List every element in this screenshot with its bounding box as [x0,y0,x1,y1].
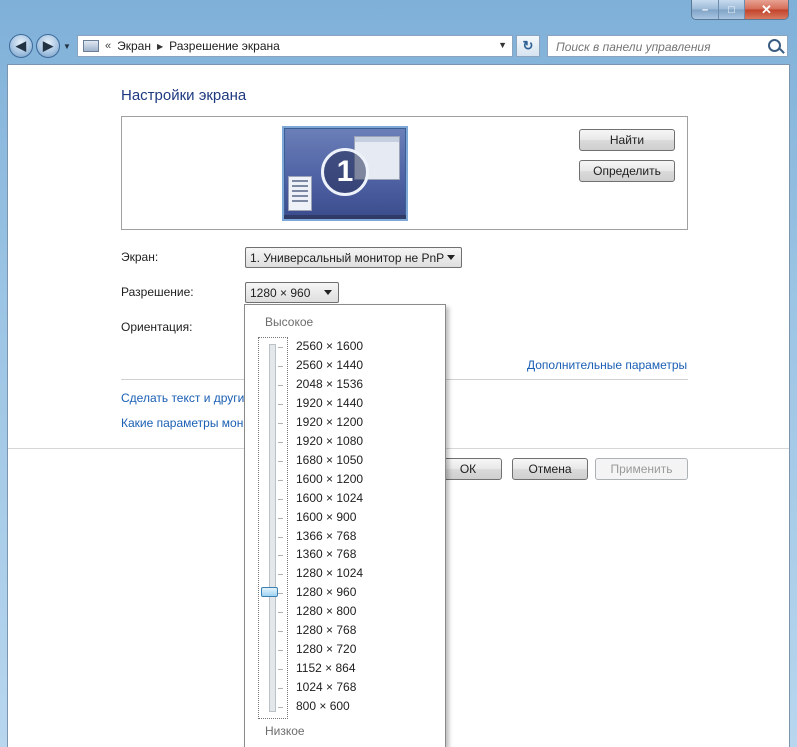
control-panel-icon [83,40,99,52]
window-controls: – □ ✕ [691,0,789,20]
identify-button[interactable]: Определить [579,160,675,182]
forward-button[interactable]: ▶ [36,34,60,58]
resolution-option[interactable]: 1600 × 1200 [296,470,363,489]
page-title: Настройки экрана [121,87,247,104]
slider-track[interactable] [269,344,276,712]
breadcrumb-resolution[interactable]: Разрешение экрана [169,39,280,53]
title-bar: – □ ✕ [0,0,797,30]
preview-taskbar [284,215,406,219]
slider-low-label: Низкое [265,724,305,738]
resolution-select-value: 1280 × 960 [250,285,311,300]
search-icon[interactable] [768,39,781,52]
screen-select[interactable]: 1. Универсальный монитор не PnP [245,247,462,268]
navigation-bar: ◀ ▶ ▼ « Экран ▶ Разрешение экрана ▼ ↻ [0,31,797,61]
recent-pages-dropdown[interactable]: ▼ [63,42,71,51]
control-panel-window: – □ ✕ ◀ ▶ ▼ « Экран ▶ Разрешение экрана … [0,0,797,747]
advanced-settings-link[interactable]: Дополнительные параметры [527,358,687,372]
resolution-option[interactable]: 1280 × 800 [296,602,356,621]
slider-ticks [278,344,283,712]
address-dropdown-icon[interactable]: ▼ [498,40,507,50]
cancel-button[interactable]: Отмена [512,458,588,480]
breadcrumb-screen[interactable]: Экран [117,39,151,53]
resolution-option[interactable]: 2560 × 1600 [296,337,363,356]
resolution-option[interactable]: 1680 × 1050 [296,451,363,470]
screen-select-value: 1. Универсальный монитор не PnP [250,250,445,265]
resolution-option[interactable]: 800 × 600 [296,697,350,716]
resolution-option[interactable]: 1366 × 768 [296,527,356,546]
resolution-select[interactable]: 1280 × 960 [245,282,339,303]
chevron-down-icon [324,290,332,295]
monitor-number-badge: 1 [321,148,369,196]
refresh-button[interactable]: ↻ [516,35,540,57]
resolution-option[interactable]: 1600 × 900 [296,508,356,527]
chevron-down-icon [447,255,455,260]
resolution-slider[interactable] [258,337,288,719]
search-box [547,35,788,57]
orientation-label: Ориентация: [121,320,193,334]
resolution-option[interactable]: 1280 × 960 [296,583,356,602]
monitor-1-thumbnail[interactable]: 1 [282,126,408,221]
slider-high-label: Высокое [265,315,314,329]
resolution-option[interactable]: 1360 × 768 [296,545,356,564]
maximize-button[interactable]: □ [719,0,745,19]
search-input[interactable] [554,37,768,57]
resolution-option[interactable]: 1280 × 1024 [296,564,363,583]
back-button[interactable]: ◀ [9,34,33,58]
slider-thumb[interactable] [261,587,278,598]
resolution-option[interactable]: 1600 × 1024 [296,489,363,508]
resolution-option[interactable]: 1920 × 1080 [296,432,363,451]
breadcrumb-separator-icon[interactable]: ▶ [157,42,163,51]
resolution-option[interactable]: 1152 × 864 [296,659,356,678]
preview-sidebar-icon [288,176,312,211]
screen-label: Экран: [121,250,159,264]
find-button[interactable]: Найти [579,129,675,151]
which-settings-link[interactable]: Какие параметры мон [121,416,243,430]
address-bar[interactable]: « Экран ▶ Разрешение экрана ▼ [77,35,513,57]
resolution-option[interactable]: 2560 × 1440 [296,356,363,375]
text-size-link[interactable]: Сделать текст и други [121,391,244,405]
close-button[interactable]: ✕ [745,0,788,19]
apply-button[interactable]: Применить [595,458,688,480]
minimize-button[interactable]: – [692,0,719,19]
resolution-label: Разрешение: [121,285,194,299]
breadcrumb-overflow[interactable]: « [105,40,111,52]
resolution-option[interactable]: 1280 × 720 [296,640,356,659]
resolution-option[interactable]: 2048 × 1536 [296,375,363,394]
resolution-option[interactable]: 1024 × 768 [296,678,356,697]
resolution-option[interactable]: 1920 × 1440 [296,394,363,413]
resolution-dropdown-popup: Высокое 2560 × 1600 2560 × 1440 2048 × 153… [244,304,446,747]
resolution-option[interactable]: 1280 × 768 [296,621,356,640]
resolution-option[interactable]: 1920 × 1200 [296,413,363,432]
